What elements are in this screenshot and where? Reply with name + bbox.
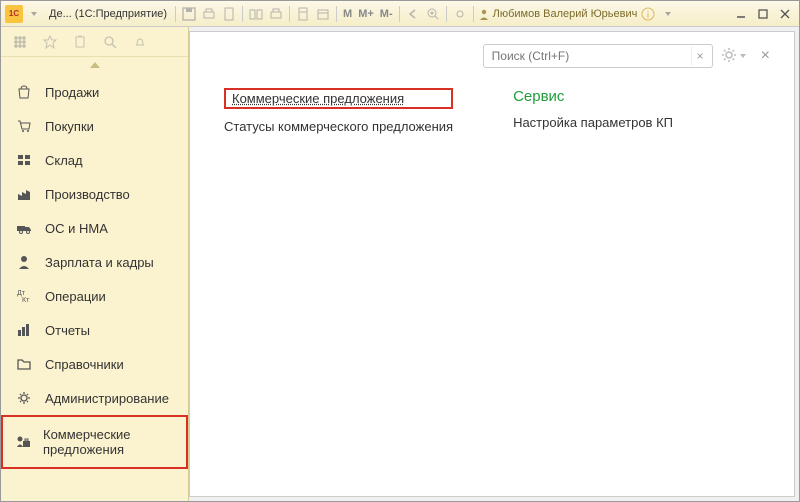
memory-m[interactable]: M: [341, 8, 354, 20]
close-button[interactable]: [775, 6, 795, 22]
maximize-button[interactable]: [753, 6, 773, 22]
svg-text:Дт: Дт: [17, 290, 26, 297]
sidebar: Продажи Покупки Склад Производство ОС и …: [1, 27, 189, 501]
gear-icon: [15, 389, 33, 407]
sidebar-item-purchases[interactable]: Покупки: [1, 109, 188, 143]
document-icon[interactable]: [220, 5, 238, 23]
service-heading: Сервис: [513, 88, 673, 105]
user-block[interactable]: Любимов Валерий Юрьевич: [478, 8, 638, 20]
sidebar-item-label: Справочники: [45, 357, 124, 372]
sidebar-item-assets[interactable]: ОС и НМА: [1, 211, 188, 245]
sidebar-item-directories[interactable]: Справочники: [1, 347, 188, 381]
title-bar: 1С Де... (1С:Предприятие) M M+ M- Любимо…: [1, 1, 799, 27]
chart-icon: [15, 321, 33, 339]
main-toolbar: × ×: [208, 44, 776, 68]
history-icon[interactable]: [71, 33, 89, 51]
link-commercial-offers[interactable]: Коммерческие предложения: [224, 88, 453, 109]
star-icon[interactable]: [41, 33, 59, 51]
calendar-icon[interactable]: [314, 5, 332, 23]
left-column: Коммерческие предложения Статусы коммерч…: [224, 88, 453, 134]
sidebar-item-sales[interactable]: Продажи: [1, 75, 188, 109]
sidebar-item-admin[interactable]: Администрирование: [1, 381, 188, 415]
chevron-down-icon: [739, 52, 747, 60]
sidebar-toolbar: [1, 27, 188, 57]
memory-mminus[interactable]: M-: [378, 8, 395, 20]
sidebar-item-production[interactable]: Производство: [1, 177, 188, 211]
sidebar-item-reports[interactable]: Отчеты: [1, 313, 188, 347]
settings-button[interactable]: [721, 47, 747, 65]
folder-icon: [15, 355, 33, 373]
main-panel: × × Коммерческие предложения Статусы ком…: [189, 31, 795, 497]
gear-icon: [721, 47, 739, 65]
sidebar-item-label: Операции: [45, 289, 106, 304]
separator: [336, 6, 337, 22]
compare-icon[interactable]: [247, 5, 265, 23]
link-kp-settings[interactable]: Настройка параметров КП: [513, 115, 673, 130]
separator: [446, 6, 447, 22]
separator: [473, 6, 474, 22]
app-icon: 1С: [5, 5, 23, 23]
collapse-arrow[interactable]: [1, 57, 188, 73]
print2-icon[interactable]: [267, 5, 285, 23]
factory-icon: [15, 185, 33, 203]
link-offer-statuses[interactable]: Статусы коммерческого предложения: [224, 119, 453, 134]
zoom-icon[interactable]: [424, 5, 442, 23]
sidebar-item-label: Склад: [45, 153, 83, 168]
dropdown-icon[interactable]: [25, 5, 43, 23]
info-icon[interactable]: i: [639, 5, 657, 23]
body: Продажи Покупки Склад Производство ОС и …: [1, 27, 799, 501]
briefcase-icon: [15, 433, 31, 451]
separator: [289, 6, 290, 22]
user-icon: [478, 8, 490, 20]
content-columns: Коммерческие предложения Статусы коммерч…: [208, 88, 776, 134]
cart-icon: [15, 117, 33, 135]
separator: [175, 6, 176, 22]
memory-mplus[interactable]: M+: [356, 8, 376, 20]
back-icon[interactable]: [404, 5, 422, 23]
chevron-up-icon: [90, 62, 100, 68]
panel-close-button[interactable]: ×: [755, 47, 776, 65]
print-icon[interactable]: [200, 5, 218, 23]
sidebar-item-label: ОС и НМА: [45, 221, 108, 236]
search-wrap: ×: [483, 44, 713, 68]
bell-icon[interactable]: [131, 33, 149, 51]
sidebar-item-warehouse[interactable]: Склад: [1, 143, 188, 177]
boxes-icon: [15, 151, 33, 169]
sidebar-item-label: Администрирование: [45, 391, 169, 406]
person-icon: [15, 253, 33, 271]
separator: [399, 6, 400, 22]
search-clear-button[interactable]: ×: [691, 47, 709, 65]
operations-icon: ДтКт: [15, 287, 33, 305]
sidebar-item-label: Покупки: [45, 119, 94, 134]
separator: [242, 6, 243, 22]
bag-icon: [15, 83, 33, 101]
user-name: Любимов Валерий Юрьевич: [493, 8, 638, 20]
sidebar-item-label: Коммерческие предложения: [43, 427, 174, 457]
sidebar-item-operations[interactable]: ДтКт Операции: [1, 279, 188, 313]
sidebar-item-label: Зарплата и кадры: [45, 255, 154, 270]
search-icon[interactable]: [101, 33, 119, 51]
search-input[interactable]: [483, 44, 713, 68]
sidebar-item-offers[interactable]: Коммерческие предложения: [1, 415, 188, 469]
minimize-button[interactable]: [731, 6, 751, 22]
nav-list: Продажи Покупки Склад Производство ОС и …: [1, 73, 188, 501]
truck-icon: [15, 219, 33, 237]
svg-text:i: i: [647, 10, 649, 21]
window-title: Де... (1С:Предприятие): [49, 8, 167, 20]
apps-icon[interactable]: [11, 33, 29, 51]
sidebar-item-label: Производство: [45, 187, 130, 202]
dropdown2-icon[interactable]: [659, 5, 677, 23]
link-icon[interactable]: [451, 5, 469, 23]
sidebar-item-label: Отчеты: [45, 323, 90, 338]
right-column: Сервис Настройка параметров КП: [513, 88, 673, 134]
sidebar-item-label: Продажи: [45, 85, 99, 100]
svg-text:Кт: Кт: [22, 297, 30, 304]
save-icon[interactable]: [180, 5, 198, 23]
calculator-icon[interactable]: [294, 5, 312, 23]
sidebar-item-payroll[interactable]: Зарплата и кадры: [1, 245, 188, 279]
